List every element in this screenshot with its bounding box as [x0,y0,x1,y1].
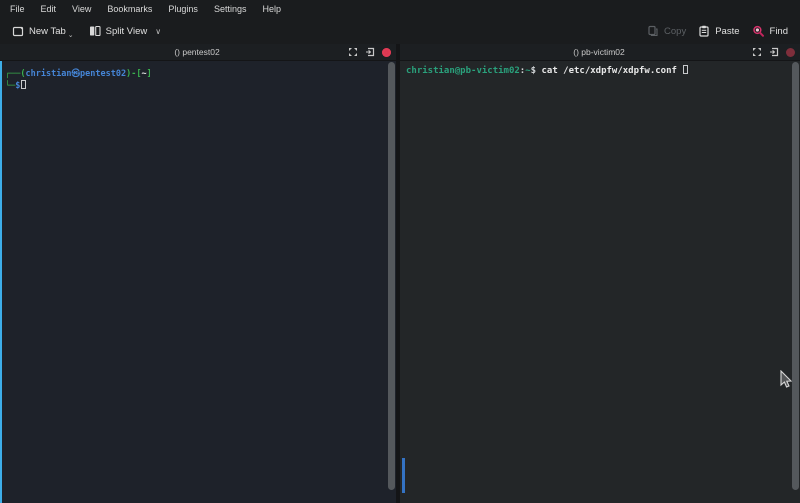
toolbar: New Tab ⌄ Split View ∨ Copy [0,18,800,44]
split-view-container: () pentest02 [0,44,800,503]
new-tab-label: New Tab [29,26,66,37]
menu-settings[interactable]: Settings [206,2,255,16]
menu-bookmarks[interactable]: Bookmarks [99,2,160,16]
pane-pb-victim02-title: () pb-victim02 [400,47,746,57]
scroll-highlight-bar [402,458,405,493]
pane-pentest02-header[interactable]: () pentest02 [0,44,396,61]
split-view-label: Split View [106,26,148,37]
pane-pentest02-title: () pentest02 [0,47,342,57]
detach-view-icon[interactable] [769,47,779,57]
maximize-view-icon[interactable] [752,47,762,57]
copy-label: Copy [664,26,686,37]
terminal-cursor [21,80,26,89]
terminal-pentest02[interactable]: ┌──(christian㉿pentest02)-[~] └─$ [0,61,396,503]
terminal-cursor [683,65,688,74]
konsole-window: File Edit View Bookmarks Plugins Setting… [0,0,800,503]
maximize-view-icon[interactable] [348,47,358,57]
copy-button[interactable]: Copy [641,22,692,40]
pb-victim02-scrollbar[interactable] [792,62,799,502]
prompt-line: christian@pb-victim02:~$ cat /etc/xdpfw/… [406,65,790,77]
new-tab-icon [12,25,24,37]
paste-button[interactable]: Paste [692,22,745,40]
menu-bar: File Edit View Bookmarks Plugins Setting… [0,0,800,18]
pb-victim02-scrollbar-thumb[interactable] [792,62,799,490]
menu-help[interactable]: Help [254,2,289,16]
pane-pb-victim02-header[interactable]: () pb-victim02 [400,44,800,61]
prompt-line-2: └─$ [5,80,386,92]
menu-plugins[interactable]: Plugins [160,2,206,16]
new-tab-button[interactable]: New Tab ⌄ [6,22,83,40]
split-view-button[interactable]: Split View ∨ [83,22,167,40]
terminal-pb-victim02[interactable]: christian@pb-victim02:~$ cat /etc/xdpfw/… [400,61,800,503]
menu-file[interactable]: File [2,2,33,16]
find-button[interactable]: Find [746,22,794,41]
new-tab-dropdown-caret[interactable]: ⌄ [68,31,74,39]
pane-pentest02: () pentest02 [0,44,396,503]
split-view-chevron-icon[interactable]: ∨ [155,27,161,36]
find-icon [752,25,765,38]
close-view-button[interactable] [382,48,391,57]
find-label: Find [770,26,788,37]
menu-view[interactable]: View [64,2,99,16]
paste-icon [698,25,710,37]
split-view-icon [89,25,101,37]
pentest02-scrollbar-thumb[interactable] [388,62,395,490]
pentest02-scrollbar[interactable] [388,62,395,502]
prompt-line-1: ┌──(christian㉿pentest02)-[~] [5,68,386,80]
menu-edit[interactable]: Edit [33,2,65,16]
paste-label: Paste [715,26,739,37]
detach-view-icon[interactable] [365,47,375,57]
active-pane-indicator [0,61,2,503]
copy-icon [647,25,659,37]
pane-pb-victim02: () pb-victim02 [400,44,800,503]
close-view-button[interactable] [786,48,795,57]
